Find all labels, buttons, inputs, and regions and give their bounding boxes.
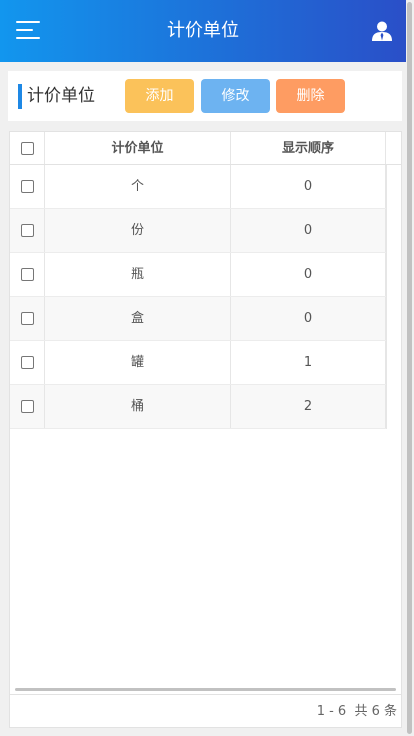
horizontal-scrollbar[interactable]: [15, 688, 396, 691]
unit-cell: 瓶: [45, 253, 231, 296]
page-title: 计价单位: [167, 20, 239, 41]
vertical-scrollbar-thumb[interactable]: [407, 2, 412, 734]
order-cell: 1: [231, 341, 386, 384]
page-range: 1 - 6: [316, 704, 347, 719]
table-header: 计价单位 显示顺序: [10, 132, 401, 165]
unit-cell: 个: [45, 165, 231, 208]
delete-button[interactable]: 删除: [276, 79, 345, 113]
order-cell: 0: [231, 165, 386, 208]
row-checkbox[interactable]: [21, 312, 34, 325]
row-select-cell: [10, 297, 45, 340]
table-row[interactable]: 份 0: [10, 209, 386, 253]
edit-button[interactable]: 修改: [201, 79, 270, 113]
table-row[interactable]: 瓶 0: [10, 253, 386, 297]
select-all-cell: [10, 132, 45, 164]
table-row[interactable]: 盒 0: [10, 297, 386, 341]
row-checkbox[interactable]: [21, 356, 34, 369]
toolbar: 计价单位 添加 修改 删除: [8, 71, 402, 121]
order-cell: 0: [231, 297, 386, 340]
row-select-cell: [10, 253, 45, 296]
column-header-unit[interactable]: 计价单位: [45, 132, 231, 164]
unit-cell: 桶: [45, 385, 231, 428]
order-cell: 0: [231, 209, 386, 252]
row-checkbox[interactable]: [21, 180, 34, 193]
pagination-bar: 1 - 6 共 6 条: [9, 695, 402, 728]
unit-cell: 盒: [45, 297, 231, 340]
unit-cell: 罐: [45, 341, 231, 384]
row-checkbox[interactable]: [21, 400, 34, 413]
row-select-cell: [10, 385, 45, 428]
toolbar-title: 计价单位: [27, 86, 95, 106]
user-icon[interactable]: [371, 20, 393, 42]
row-checkbox[interactable]: [21, 224, 34, 237]
app-header: 计价单位: [0, 0, 406, 62]
row-select-cell: [10, 165, 45, 208]
unit-table: 计价单位 显示顺序 个 0 份 0 瓶 0 盒 0 罐 1 桶 2: [9, 131, 402, 695]
order-cell: 0: [231, 253, 386, 296]
table-row[interactable]: 个 0: [10, 165, 386, 209]
title-accent-bar: [18, 84, 22, 109]
add-button[interactable]: 添加: [125, 79, 194, 113]
row-select-cell: [10, 209, 45, 252]
pagination-info: 1 - 6 共 6 条: [317, 703, 397, 720]
order-cell: 2: [231, 385, 386, 428]
table-row[interactable]: 桶 2: [10, 385, 386, 429]
row-select-cell: [10, 341, 45, 384]
unit-cell: 份: [45, 209, 231, 252]
select-all-checkbox[interactable]: [21, 142, 34, 155]
table-row[interactable]: 罐 1: [10, 341, 386, 385]
total-count: 共 6 条: [354, 704, 397, 719]
row-checkbox[interactable]: [21, 268, 34, 281]
column-header-order[interactable]: 显示顺序: [231, 132, 386, 164]
